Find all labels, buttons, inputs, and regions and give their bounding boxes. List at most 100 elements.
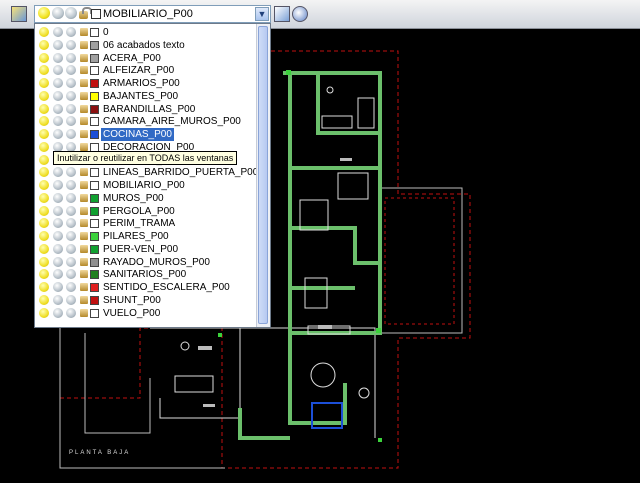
layer-row[interactable]: PILARES_P00: [35, 230, 257, 243]
lock-icon[interactable]: [80, 28, 88, 36]
previous-layer-icon[interactable]: [292, 6, 308, 22]
layer-color-swatch[interactable]: [90, 40, 99, 50]
layer-on-bulb-icon[interactable]: [39, 90, 49, 101]
layer-color-swatch[interactable]: [90, 308, 99, 318]
viewport-freeze-icon[interactable]: [66, 180, 76, 190]
freeze-sun-icon[interactable]: [53, 231, 63, 241]
lock-icon[interactable]: [80, 130, 88, 138]
layer-row[interactable]: SANITARIOS_P00: [35, 268, 257, 281]
freeze-sun-icon[interactable]: [53, 78, 63, 88]
layer-on-bulb-icon[interactable]: [39, 282, 49, 292]
lock-icon[interactable]: [80, 142, 88, 151]
layer-color-swatch[interactable]: [90, 66, 99, 76]
freeze-sun-icon[interactable]: [53, 256, 63, 267]
layer-color-swatch[interactable]: [90, 104, 99, 114]
viewport-freeze-icon[interactable]: [66, 256, 76, 267]
freeze-sun-icon[interactable]: [53, 180, 63, 190]
layer-row[interactable]: ACERA_P00: [35, 52, 257, 65]
freeze-sun-icon[interactable]: [53, 167, 63, 178]
layer-color-swatch[interactable]: [90, 193, 99, 203]
lock-icon[interactable]: [80, 283, 88, 291]
viewport-freeze-icon[interactable]: [66, 90, 76, 101]
lock-icon[interactable]: [80, 181, 88, 189]
lock-icon[interactable]: [80, 40, 88, 49]
viewport-freeze-icon[interactable]: [66, 307, 76, 318]
layer-row[interactable]: VUELO_P00: [35, 307, 257, 320]
layer-on-bulb-icon[interactable]: [38, 7, 50, 19]
lock-icon[interactable]: [80, 308, 88, 317]
freeze-sun-icon[interactable]: [53, 192, 63, 203]
layer-color-swatch[interactable]: [90, 168, 99, 178]
layer-on-bulb-icon[interactable]: [39, 154, 49, 165]
layer-on-bulb-icon[interactable]: [39, 103, 49, 114]
dropdown-arrow-icon[interactable]: ▼: [255, 7, 269, 21]
viewport-freeze-icon[interactable]: [66, 78, 76, 88]
layer-on-bulb-icon[interactable]: [39, 192, 49, 203]
make-current-icon[interactable]: [274, 6, 290, 22]
layer-color-swatch[interactable]: [90, 244, 99, 254]
lock-icon[interactable]: [80, 53, 88, 62]
layer-on-bulb-icon[interactable]: [39, 141, 49, 152]
layer-row[interactable]: LINEAS_BARRIDO_PUERTA_P00: [35, 166, 258, 179]
layer-row[interactable]: MUROS_P00: [35, 192, 257, 205]
viewport-freeze-icon[interactable]: [66, 39, 76, 50]
layer-on-bulb-icon[interactable]: [39, 243, 49, 254]
layer-row[interactable]: SHUNT_P00: [35, 294, 257, 307]
layer-on-bulb-icon[interactable]: [39, 52, 49, 63]
layer-row[interactable]: SENTIDO_ESCALERA_P00: [35, 281, 257, 294]
lock-icon[interactable]: [80, 66, 88, 75]
viewport-freeze-icon[interactable]: [66, 218, 76, 229]
layer-row[interactable]: MOBILIARIO_P00: [35, 179, 257, 192]
layer-row[interactable]: ARMARIOS_P00: [35, 77, 257, 90]
freeze-sun-icon[interactable]: [53, 90, 63, 101]
layer-on-bulb-icon[interactable]: [39, 65, 49, 76]
layer-color-swatch[interactable]: [90, 130, 99, 139]
layer-color-swatch[interactable]: [90, 219, 99, 229]
viewport-freeze-icon[interactable]: [66, 192, 76, 203]
freeze-sun-icon[interactable]: [53, 39, 63, 50]
viewport-freeze-icon[interactable]: [66, 116, 76, 127]
layer-row[interactable]: ALFEIZAR_P00: [35, 64, 257, 77]
freeze-sun-icon[interactable]: [53, 129, 63, 139]
layer-row[interactable]: COCINAS_P00: [35, 128, 257, 141]
freeze-sun-icon[interactable]: [53, 27, 63, 37]
layer-color-swatch[interactable]: [91, 9, 101, 19]
layer-manager-icon[interactable]: [11, 6, 27, 22]
freeze-sun-icon[interactable]: [53, 205, 63, 216]
viewport-freeze-icon[interactable]: [66, 65, 76, 76]
layer-list[interactable]: 0 06 acabados texto ACERA_P00 ALFEIZAR_P00 A…: [34, 23, 271, 328]
layer-on-bulb-icon[interactable]: [39, 269, 49, 280]
layer-color-swatch[interactable]: [90, 91, 99, 101]
lock-icon[interactable]: [80, 117, 88, 126]
layer-color-swatch[interactable]: [90, 283, 99, 292]
layer-row[interactable]: BARANDILLAS_P00: [35, 103, 257, 116]
layer-on-bulb-icon[interactable]: [39, 307, 49, 318]
lock-icon[interactable]: [80, 244, 88, 253]
viewport-freeze-icon[interactable]: [66, 129, 76, 139]
lock-icon[interactable]: [80, 91, 88, 100]
layer-on-bulb-icon[interactable]: [39, 167, 49, 178]
viewport-freeze-icon[interactable]: [66, 103, 76, 114]
layer-color-swatch[interactable]: [90, 181, 99, 190]
layer-color-swatch[interactable]: [90, 270, 99, 280]
layer-on-bulb-icon[interactable]: [39, 129, 49, 139]
lock-icon[interactable]: [80, 219, 88, 228]
lock-icon[interactable]: [80, 270, 88, 279]
layer-on-bulb-icon[interactable]: [39, 116, 49, 127]
layer-on-bulb-icon[interactable]: [39, 218, 49, 229]
layer-on-bulb-icon[interactable]: [39, 231, 49, 241]
scrollbar-thumb[interactable]: [258, 26, 268, 324]
freeze-sun-icon[interactable]: [53, 269, 63, 280]
layer-row[interactable]: PERIM_TRAMA: [35, 217, 257, 230]
layer-row[interactable]: PERGOLA_P00: [35, 205, 257, 218]
lock-icon[interactable]: [80, 193, 88, 202]
viewport-freeze-icon[interactable]: [66, 167, 76, 178]
viewport-freeze-icon[interactable]: [65, 7, 77, 19]
list-scrollbar[interactable]: [256, 24, 270, 327]
viewport-freeze-icon[interactable]: [66, 282, 76, 292]
layer-color-swatch[interactable]: [90, 232, 99, 241]
lock-icon[interactable]: [80, 79, 88, 87]
layer-on-bulb-icon[interactable]: [39, 27, 49, 37]
freeze-sun-icon[interactable]: [52, 7, 64, 19]
layer-color-swatch[interactable]: [90, 295, 99, 305]
